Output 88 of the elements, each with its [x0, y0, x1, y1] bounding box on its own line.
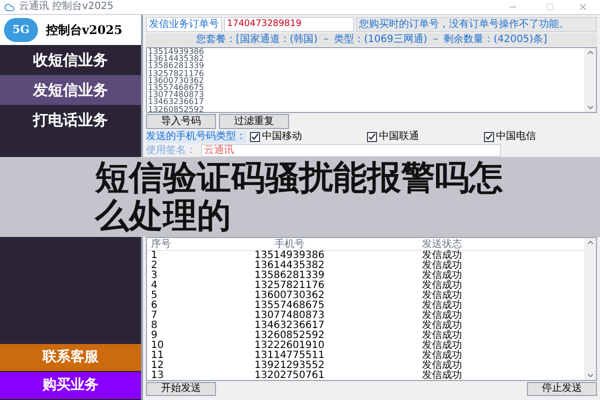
- phone-number-line: 13260852592: [147, 106, 205, 112]
- package-info: 您套餐：[国家通道：(韩国) － 类型：(1069三网通) － 剩余数量：(42005)条]: [146, 33, 597, 46]
- table-cell-text: 发信成功: [421, 311, 463, 321]
- order-label: 发信业务订单号: [146, 17, 222, 32]
- send-control-button[interactable]: 停止发送: [527, 382, 597, 396]
- checkbox[interactable]: [367, 132, 377, 142]
- checkbox[interactable]: [484, 132, 494, 142]
- table-cell-text: 13614435382: [254, 261, 326, 271]
- sidebar-menu-item[interactable]: 发短信业务: [0, 75, 141, 105]
- order-hint: 您购买时的订单号，没有订单号操作不了功能。: [356, 17, 597, 32]
- table-cell-text: 13202750761: [254, 371, 326, 381]
- phone-number-line: 13463236617: [147, 98, 205, 106]
- table-cell-text: 8: [150, 321, 158, 331]
- checkbox[interactable]: [250, 132, 260, 142]
- checkmark-icon: [251, 132, 259, 140]
- table-cell-text: 13557468675: [254, 301, 326, 311]
- sidebar-action-button[interactable]: 联系客服: [0, 344, 141, 372]
- table-cell-text: 13921293552: [254, 361, 326, 371]
- table-cell-text: 11: [150, 351, 165, 361]
- table-cell-text: 发信成功: [421, 301, 463, 311]
- send-control-button[interactable]: 开始发送: [146, 382, 216, 396]
- table-cell-text: 发信成功: [421, 361, 463, 371]
- table-cell-text: 4: [150, 281, 158, 291]
- checkmark-icon: [485, 132, 493, 140]
- table-cell-text: 发信成功: [421, 251, 463, 261]
- table-cell-text: 9: [150, 331, 158, 341]
- phone-number-line: 13257821176: [147, 70, 205, 77]
- table-cell-text: 5: [150, 291, 158, 301]
- table-cell-text: 1: [150, 251, 158, 261]
- table-cell-text: 6: [150, 301, 158, 311]
- phone-number-line: 13077480873: [147, 91, 205, 98]
- logo-text: 控制台v2025: [46, 22, 122, 39]
- table-cell-text: 发信成功: [421, 271, 463, 281]
- phone-number-line: 13514939386: [147, 48, 205, 56]
- table-cell-text: 发信成功: [421, 331, 463, 341]
- order-input-field[interactable]: 1740473289819: [224, 17, 354, 32]
- phone-number-line: 13586281339: [147, 62, 205, 70]
- table-cell-text: 12: [150, 361, 165, 371]
- numbers-text-area[interactable]: 13514939386 13614435382 13586281339 13257821176 13600730362 13557468675 13077480873 13463236617 13260852592: [146, 47, 597, 113]
- table-cell-text: 发信成功: [421, 341, 463, 351]
- table-cell-text: 13: [150, 371, 165, 381]
- phone-number-line: 13600730362: [147, 76, 205, 84]
- sidebar-action-button[interactable]: 购买业务: [0, 372, 141, 400]
- scroll-down-icon[interactable]: [586, 371, 594, 380]
- tool-button[interactable]: 导入号码: [146, 114, 216, 129]
- scroll-down-icon[interactable]: [586, 103, 594, 112]
- table-cell-text: 发信成功: [421, 261, 463, 271]
- phone-number-line: 13557468675: [147, 84, 205, 92]
- table-cell-text: 发信成功: [421, 321, 463, 331]
- table-cell-text: 13222601910: [254, 341, 326, 351]
- close-icon[interactable]: [578, 2, 588, 12]
- table-cell-text: 13600730362: [254, 291, 326, 301]
- table-cell-text: 7: [150, 311, 158, 321]
- table-cell-text: 发信成功: [421, 291, 463, 301]
- tool-button[interactable]: 过滤重复: [219, 114, 289, 129]
- scrollbar[interactable]: [584, 238, 596, 380]
- table-cell-text: 10: [150, 341, 165, 351]
- table-cell-text: 发信成功: [421, 371, 463, 381]
- column-header[interactable]: 发送状态: [352, 238, 532, 250]
- table-cell-text: 发信成功: [421, 281, 463, 291]
- logo-badge: 5G: [4, 18, 38, 42]
- carrier-type-label: 发送的手机号码类型：: [146, 130, 246, 142]
- checkbox-label: 中国电信: [496, 130, 536, 142]
- phone-number-line: 13614435382: [147, 55, 205, 62]
- table-cell-text: 13514939386: [254, 251, 326, 261]
- table-cell-text: 2: [150, 261, 158, 271]
- table-cell-text: 13077480873: [254, 311, 326, 321]
- checkbox-label: 中国联通: [379, 130, 419, 142]
- table-cell-text: 13586281339: [254, 271, 326, 281]
- column-header[interactable]: 序号: [147, 238, 227, 250]
- overlay-title-line: 么处理的: [95, 197, 232, 235]
- column-header[interactable]: 手机号: [227, 238, 352, 250]
- table-cell-text: 13257821176: [254, 281, 326, 291]
- signature-input-field[interactable]: 云通讯: [201, 144, 501, 157]
- table-cell-text: 发信成功: [421, 351, 463, 361]
- signature-label: 使用签名：: [146, 144, 197, 156]
- window-title: 云通讯 控制台v2025: [19, 1, 114, 13]
- checkmark-icon: [368, 132, 376, 140]
- table-cell-text: 13463236617: [254, 321, 326, 331]
- scroll-up-icon[interactable]: [586, 238, 594, 247]
- checkbox-label: 中国移动: [262, 130, 302, 142]
- scroll-up-icon[interactable]: [586, 48, 594, 57]
- scrollbar[interactable]: [584, 48, 596, 112]
- table-cell-text: 3: [150, 271, 158, 281]
- overlay-title-line: 短信验证码骚扰能报警吗怎: [95, 159, 504, 197]
- cloud-icon: [4, 2, 15, 12]
- table-cell-text: 13114775511: [254, 351, 326, 361]
- table-cell-text: 13260852592: [254, 331, 326, 341]
